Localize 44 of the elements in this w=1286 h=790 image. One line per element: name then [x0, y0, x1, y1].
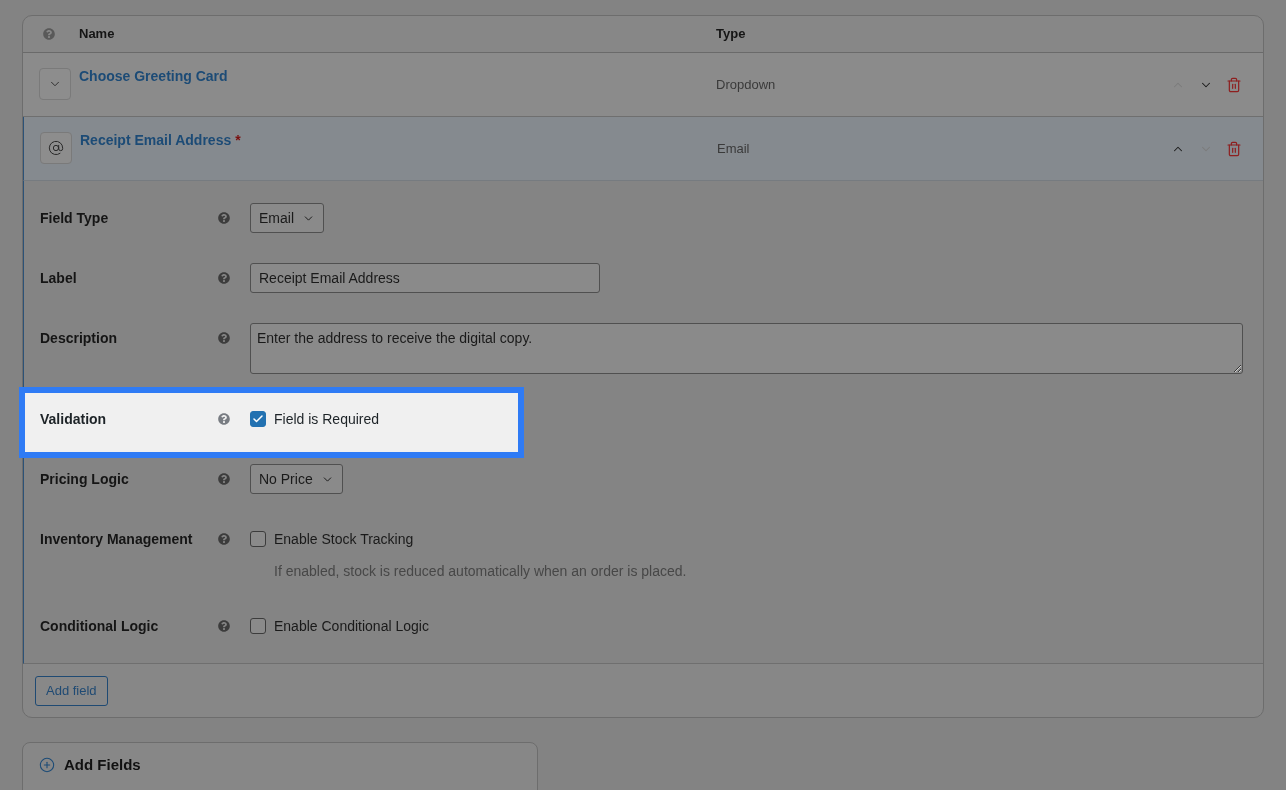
- field-name-link[interactable]: Choose Greeting Card: [79, 66, 228, 86]
- setting-label: Field Type: [40, 209, 110, 228]
- help-icon: [218, 212, 230, 224]
- checkbox-label: Field is Required: [274, 409, 380, 429]
- table-row[interactable]: Choose Greeting Card Dropdown: [23, 53, 1263, 117]
- help-icon: [43, 28, 55, 40]
- plus-circle-icon[interactable]: [39, 757, 55, 773]
- checkbox[interactable]: [250, 531, 266, 547]
- setting-label: Validation: [40, 410, 108, 429]
- field-name-link[interactable]: Receipt Email Address: [80, 130, 232, 150]
- field-icon-button[interactable]: [39, 68, 71, 100]
- checkbox-label: Enable Stock Tracking: [274, 529, 414, 549]
- setting-label: Pricing Logic: [40, 470, 130, 489]
- table-row[interactable]: Receipt Email Address * Email: [23, 117, 1263, 181]
- checkbox[interactable]: [250, 411, 266, 427]
- field-type-text: Email: [717, 139, 750, 158]
- textarea-field[interactable]: Enter the address to receive the digital copy.: [250, 323, 1243, 374]
- at-sign-icon: [48, 140, 64, 156]
- help-icon: [218, 272, 230, 284]
- field-icon-button[interactable]: [40, 132, 72, 164]
- checkbox-label: Enable Conditional Logic: [274, 616, 429, 636]
- help-icon: [218, 533, 230, 545]
- column-header: Type: [716, 25, 747, 44]
- setting-label: Inventory Management: [40, 530, 194, 549]
- help-text: If enabled, stock is reduced automatically when an order is placed.: [274, 562, 687, 581]
- column-header: Name: [79, 25, 116, 44]
- checkbox[interactable]: [250, 618, 266, 634]
- help-icon: [218, 413, 230, 425]
- trash-icon: [1226, 76, 1242, 93]
- select-field[interactable]: Email: [250, 203, 324, 233]
- trash-icon: [1226, 140, 1242, 157]
- text-input[interactable]: Receipt Email Address: [250, 263, 600, 293]
- field-type-text: Dropdown: [716, 75, 776, 94]
- help-icon: [218, 620, 230, 632]
- panel-title: Add Fields: [64, 755, 141, 775]
- setting-label: Label: [40, 269, 78, 288]
- select-field[interactable]: No Price: [250, 464, 343, 494]
- required-asterisk: *: [235, 131, 241, 150]
- help-icon: [218, 473, 230, 485]
- check-icon: [252, 413, 264, 425]
- help-icon: [218, 332, 230, 344]
- setting-label: Description: [40, 329, 118, 348]
- add-field-button[interactable]: Add field: [35, 676, 108, 706]
- setting-label: Conditional Logic: [40, 617, 160, 636]
